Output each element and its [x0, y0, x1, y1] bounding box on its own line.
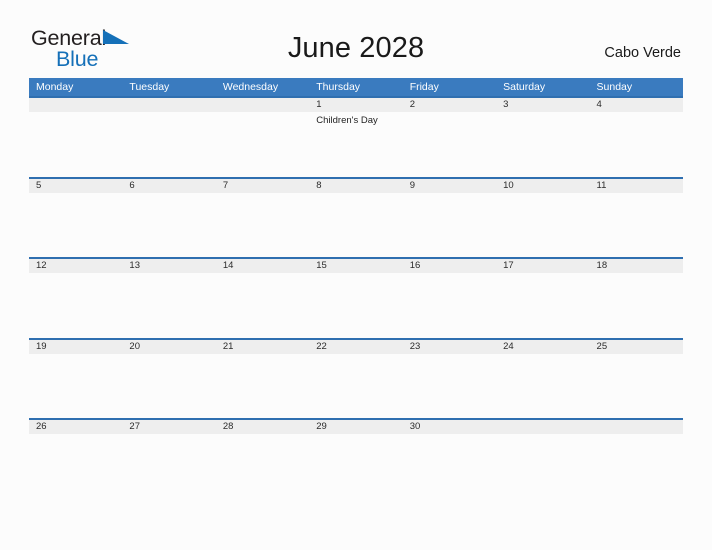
day-number[interactable]: 19 [29, 340, 122, 354]
day-number[interactable]: 4 [590, 98, 683, 112]
day-cell[interactable] [309, 193, 402, 257]
day-number[interactable]: 29 [309, 420, 402, 434]
day-cell[interactable] [216, 193, 309, 257]
day-cell[interactable] [122, 354, 215, 418]
day-number[interactable]: 18 [590, 259, 683, 273]
week-event-band [29, 193, 683, 257]
weekday-sunday: Sunday [596, 81, 633, 93]
weekday-wednesday: Wednesday [222, 81, 279, 93]
day-cell[interactable] [29, 193, 122, 257]
day-number[interactable]: 27 [122, 420, 215, 434]
week-event-band: Children's Day [29, 112, 683, 176]
day-number[interactable]: 16 [403, 259, 496, 273]
week-date-band: 5 6 7 8 9 10 11 [29, 178, 683, 193]
day-cell[interactable] [29, 273, 122, 337]
day-number[interactable]: 15 [309, 259, 402, 273]
day-number[interactable]: 12 [29, 259, 122, 273]
day-cell[interactable] [403, 112, 496, 176]
day-event: Children's Day [316, 115, 378, 126]
day-cell[interactable] [122, 434, 215, 498]
day-cell[interactable] [216, 112, 309, 176]
day-number[interactable] [496, 420, 589, 434]
day-cell[interactable] [29, 112, 122, 176]
weekday-tuesday: Tuesday [129, 81, 170, 93]
day-number[interactable]: 24 [496, 340, 589, 354]
page-header: General Blue June 2028 Cabo Verde [0, 0, 712, 78]
day-cell[interactable] [590, 354, 683, 418]
day-cell[interactable] [122, 193, 215, 257]
weekday-saturday: Saturday [503, 81, 546, 93]
week-row: 1 2 3 4 Children's Day [29, 96, 683, 177]
week-date-band: 1 2 3 4 [29, 98, 683, 112]
day-cell[interactable] [496, 273, 589, 337]
day-number[interactable] [216, 98, 309, 112]
day-number[interactable]: 8 [309, 179, 402, 193]
weekday-monday: Monday [36, 81, 74, 93]
day-number[interactable]: 10 [496, 179, 589, 193]
day-cell[interactable] [29, 434, 122, 498]
day-number[interactable] [29, 98, 122, 112]
day-number[interactable]: 26 [29, 420, 122, 434]
day-cell[interactable] [309, 273, 402, 337]
day-number[interactable]: 11 [590, 179, 683, 193]
day-number[interactable]: 30 [403, 420, 496, 434]
weekday-header-row: Monday Tuesday Wednesday Thursday Friday… [29, 78, 683, 96]
day-number[interactable]: 28 [216, 420, 309, 434]
day-cell[interactable] [403, 354, 496, 418]
calendar-page: General Blue June 2028 Cabo Verde Monday… [0, 0, 712, 550]
day-number[interactable]: 7 [216, 179, 309, 193]
day-number[interactable]: 2 [403, 98, 496, 112]
day-number[interactable]: 21 [216, 340, 309, 354]
day-cell[interactable] [590, 273, 683, 337]
day-number[interactable]: 20 [122, 340, 215, 354]
day-cell[interactable] [29, 354, 122, 418]
day-cell[interactable] [496, 434, 589, 498]
day-number[interactable]: 14 [216, 259, 309, 273]
day-cell[interactable] [122, 273, 215, 337]
week-date-band: 26 27 28 29 30 [29, 420, 683, 435]
day-number[interactable]: 13 [122, 259, 215, 273]
day-number[interactable]: 1 [309, 98, 402, 112]
weekday-friday: Friday [409, 81, 439, 93]
week-row: 12 13 14 15 16 17 18 [29, 257, 683, 338]
day-cell[interactable] [216, 434, 309, 498]
country-label: Cabo Verde [604, 45, 681, 61]
week-event-band [29, 273, 683, 337]
day-cell[interactable] [403, 434, 496, 498]
day-cell[interactable] [309, 434, 402, 498]
day-number[interactable]: 9 [403, 179, 496, 193]
day-cell[interactable] [309, 354, 402, 418]
day-cell[interactable] [590, 112, 683, 176]
day-cell[interactable] [216, 354, 309, 418]
week-date-band: 12 13 14 15 16 17 18 [29, 259, 683, 274]
week-event-band [29, 354, 683, 418]
day-number[interactable]: 5 [29, 179, 122, 193]
day-cell[interactable] [122, 112, 215, 176]
day-cell[interactable] [496, 112, 589, 176]
day-cell[interactable] [590, 193, 683, 257]
day-number[interactable]: 22 [309, 340, 402, 354]
day-number[interactable]: 6 [122, 179, 215, 193]
day-cell[interactable] [403, 193, 496, 257]
day-number[interactable] [122, 98, 215, 112]
day-number[interactable] [590, 420, 683, 434]
day-cell[interactable] [216, 273, 309, 337]
day-number[interactable]: 25 [590, 340, 683, 354]
day-cell[interactable] [496, 354, 589, 418]
weekday-thursday: Thursday [316, 81, 361, 93]
day-cell[interactable] [590, 434, 683, 498]
week-event-band [29, 434, 683, 498]
week-row: 19 20 21 22 23 24 25 [29, 337, 683, 419]
day-number[interactable]: 3 [496, 98, 589, 112]
day-cell[interactable]: Children's Day [309, 112, 402, 176]
week-row: 26 27 28 29 30 [29, 418, 683, 499]
week-date-band: 19 20 21 22 23 24 25 [29, 339, 683, 354]
day-number[interactable]: 17 [496, 259, 589, 273]
week-row: 5 6 7 8 9 10 11 [29, 176, 683, 258]
day-cell[interactable] [403, 273, 496, 337]
day-cell[interactable] [496, 193, 589, 257]
day-number[interactable]: 23 [403, 340, 496, 354]
calendar-grid: Monday Tuesday Wednesday Thursday Friday… [29, 78, 683, 499]
